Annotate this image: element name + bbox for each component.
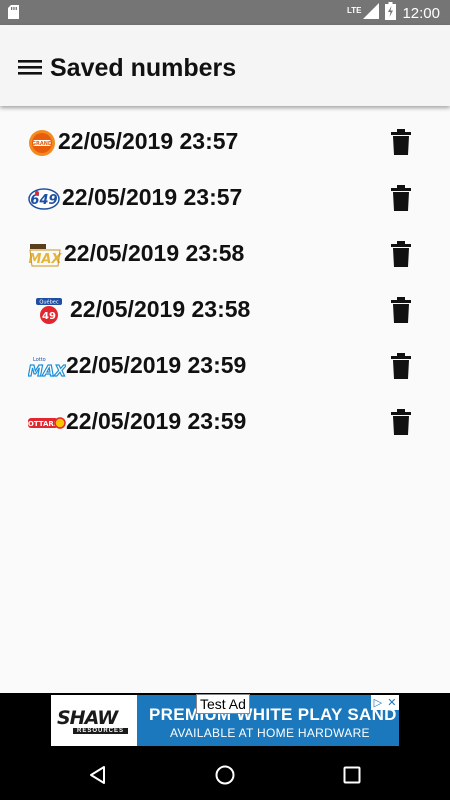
sd-card-icon	[8, 5, 19, 24]
trash-icon[interactable]	[390, 297, 412, 323]
advertiser-logo-text: SHAW	[57, 707, 118, 729]
ad-choices[interactable]: ▷ ✕	[371, 695, 399, 710]
list-item[interactable]: MAX 22/05/2019 23:58	[0, 227, 450, 283]
saved-date: 22/05/2019 23:58	[64, 240, 245, 266]
hamburger-menu-icon[interactable]	[18, 57, 44, 77]
svg-text:649: 649	[30, 193, 57, 208]
advertiser-logo-subtext: RESOURCES	[73, 728, 129, 734]
list-item[interactable]: 649 22/05/2019 23:57	[0, 171, 450, 227]
svg-text:GRAND: GRAND	[32, 141, 52, 147]
clock: 12:00	[402, 4, 440, 22]
trash-icon[interactable]	[390, 241, 412, 267]
lottario-logo: LOTTARIO	[28, 409, 66, 437]
home-icon[interactable]	[214, 764, 236, 786]
back-icon[interactable]	[87, 764, 109, 786]
page-title: Saved numbers	[50, 54, 237, 82]
saved-date: 22/05/2019 23:59	[66, 352, 247, 378]
list-item[interactable]: LOTTARIO 22/05/2019 23:59	[0, 395, 450, 451]
ad-container: Test Ad SHAW RESOURCES PREMIUM WHITE PLA…	[0, 693, 450, 750]
app-bar: Saved numbers	[0, 25, 450, 106]
saved-numbers-list: GRAND 22/05/2019 23:57 649 22/05/2019 23…	[0, 106, 450, 451]
lotto-max-gold-logo: MAX	[28, 241, 62, 269]
svg-text:49: 49	[42, 311, 56, 322]
signal-icon	[363, 2, 380, 24]
test-ad-badge: Test Ad	[196, 694, 250, 714]
lotto-max-logo: Lotto MAX	[28, 353, 66, 381]
advertiser-logo: SHAW RESOURCES	[51, 695, 137, 746]
adchoices-icon[interactable]: ▷	[374, 696, 382, 709]
daily-grand-logo: GRAND	[28, 129, 56, 157]
quebec-49-logo: Québec 49	[34, 297, 64, 325]
status-bar: LTE 12:00	[0, 0, 450, 25]
trash-icon[interactable]	[390, 353, 412, 379]
trash-icon[interactable]	[390, 185, 412, 211]
list-item[interactable]: GRAND 22/05/2019 23:57	[0, 115, 450, 171]
lotto-649-logo: 649	[28, 185, 60, 213]
navigation-bar	[0, 750, 450, 800]
ad-subline: AVAILABLE AT HOME HARDWARE	[170, 726, 370, 740]
saved-date: 22/05/2019 23:57	[58, 128, 239, 154]
saved-date: 22/05/2019 23:57	[62, 184, 243, 210]
ad-headline: PREMIUM WHITE PLAY SAND	[149, 705, 397, 724]
close-icon[interactable]: ✕	[387, 696, 396, 709]
svg-text:MAX: MAX	[28, 252, 62, 267]
list-item[interactable]: Lotto MAX 22/05/2019 23:59	[0, 339, 450, 395]
trash-icon[interactable]	[390, 129, 412, 155]
battery-icon	[385, 1, 397, 25]
recents-icon[interactable]	[341, 764, 363, 786]
saved-date: 22/05/2019 23:59	[66, 408, 247, 434]
svg-text:MAX: MAX	[28, 362, 66, 380]
svg-text:Québec: Québec	[39, 299, 58, 306]
list-item[interactable]: Québec 49 22/05/2019 23:58	[0, 283, 450, 339]
trash-icon[interactable]	[390, 409, 412, 435]
saved-date: 22/05/2019 23:58	[70, 296, 251, 322]
network-type-label: LTE	[346, 5, 362, 15]
